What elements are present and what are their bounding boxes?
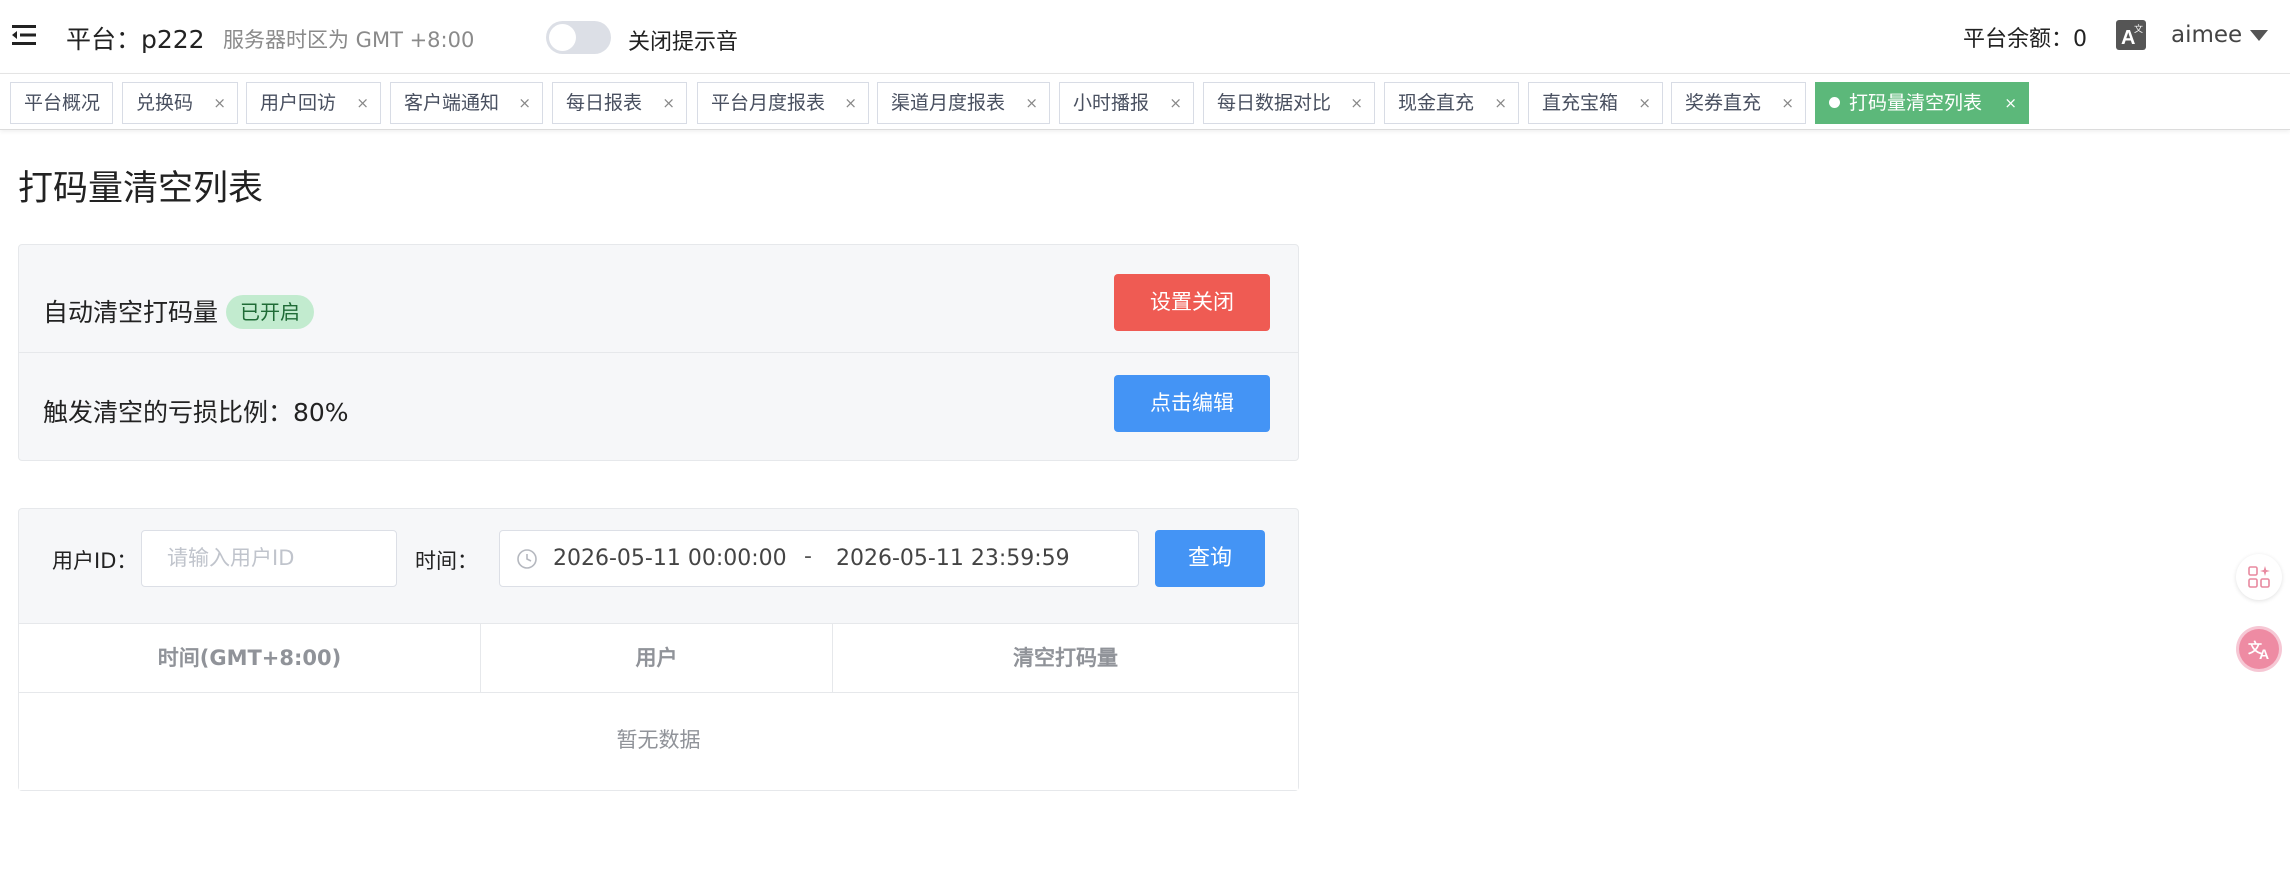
language-icon[interactable]: A 文 [2116,20,2146,50]
close-icon[interactable]: × [662,83,675,123]
tag-label: 用户回访 [260,92,337,114]
tag-label: 平台概况 [24,92,101,114]
close-icon[interactable]: × [1025,83,1038,123]
auto-clear-row: 自动清空打码量 已开启 设置关闭 [19,245,1298,353]
tag-platform-monthly-report[interactable]: 平台月度报表 × [697,82,869,124]
tag-label: 奖券直充 [1685,92,1762,114]
tag-label: 平台月度报表 [711,92,826,114]
close-icon[interactable]: × [1169,83,1182,123]
top-header: 平台：p222 服务器时区为 GMT +8:00 关闭提示音 平台余额：0 A … [0,0,2290,73]
close-icon[interactable]: × [356,83,369,123]
svg-text:文: 文 [2134,23,2143,34]
user-id-label: 用户ID： [52,549,138,573]
username: aimee [2171,22,2243,48]
user-id-input[interactable]: 请输入用户ID [141,530,397,587]
auto-clear-label: 自动清空打码量 [43,298,219,327]
tag-label: 客户端通知 [404,92,500,114]
tag-label: 渠道月度报表 [891,92,1006,114]
loss-ratio-row: 触发清空的亏损比例：80% 点击编辑 [19,353,1298,461]
column-time: 时间(GMT+8:00) [19,624,481,693]
close-icon[interactable]: × [1350,83,1363,123]
close-icon[interactable]: × [844,83,857,123]
clock-icon [516,548,538,570]
apps-widget-icon[interactable] [2236,554,2282,600]
tag-label: 打码量清空列表 [1849,92,1983,114]
tag-redeem-code[interactable]: 兑换码 × [122,82,238,124]
query-button[interactable]: 查询 [1155,530,1265,587]
tag-user-revisit[interactable]: 用户回访 × [246,82,381,124]
clear-records-table: 时间(GMT+8:00) 用户 清空打码量 暂无数据 [19,623,1298,790]
time-label: 时间： [415,549,478,573]
tag-daily-report[interactable]: 每日报表 × [552,82,687,124]
server-timezone: 服务器时区为 GMT +8:00 [223,28,475,52]
caret-down-icon [2250,30,2269,41]
date-range-picker[interactable]: 2026-05-11 00:00:00 - 2026-05-11 23:59:5… [499,530,1139,587]
tag-label: 兑换码 [136,92,194,114]
tag-voucher-recharge[interactable]: 奖券直充 × [1671,82,1806,124]
tag-recharge-chest[interactable]: 直充宝箱 × [1528,82,1663,124]
disable-auto-clear-button[interactable]: 设置关闭 [1114,274,1270,331]
close-icon[interactable]: × [1494,83,1507,123]
query-card: 用户ID： 请输入用户ID 时间： 2026-05-11 00:00:00 - … [18,508,1299,791]
tag-label: 小时播报 [1073,92,1150,114]
empty-state: 暂无数据 [616,728,701,752]
close-icon[interactable]: × [213,83,226,123]
tag-label: 每日报表 [566,92,643,114]
tag-hourly-broadcast[interactable]: 小时播报 × [1059,82,1194,124]
close-icon[interactable]: × [1638,83,1651,123]
platform-balance: 平台余额：0 [1963,27,2087,52]
tag-wager-clear-list[interactable]: 打码量清空列表 × [1815,82,2029,124]
tags-view-bar: 平台概况 兑换码 × 用户回访 × 客户端通知 × 每日报表 × 平台月度报表 … [0,73,2290,130]
tag-client-notice[interactable]: 客户端通知 × [390,82,543,124]
translate-widget-icon[interactable]: 文 A [2236,626,2282,672]
status-badge: 已开启 [226,295,315,329]
column-user: 用户 [481,624,833,693]
edit-loss-ratio-button[interactable]: 点击编辑 [1114,375,1270,432]
tag-channel-monthly-report[interactable]: 渠道月度报表 × [877,82,1050,124]
close-icon[interactable]: × [2004,83,2017,123]
auto-clear-label-group: 自动清空打码量 已开启 [43,293,315,329]
tag-label: 每日数据对比 [1217,92,1332,114]
loss-ratio-label: 触发清空的亏损比例：80% [43,398,349,427]
close-icon[interactable]: × [518,83,531,123]
tag-platform-overview[interactable]: 平台概况 [10,82,113,124]
svg-text:A: A [2259,646,2269,662]
range-separator: - [804,544,812,569]
column-cleared-wager: 清空打码量 [1013,646,1118,670]
active-dot-icon [1829,97,1840,108]
sound-toggle-switch[interactable] [546,21,611,54]
page-title: 打码量清空列表 [18,169,264,209]
tag-daily-data-compare[interactable]: 每日数据对比 × [1203,82,1375,124]
table-header: 时间(GMT+8:00) 用户 清空打码量 [19,624,1298,693]
switch-knob [549,24,576,51]
tag-label: 直充宝箱 [1542,92,1619,114]
end-time[interactable]: 2026-05-11 23:59:59 [836,546,1070,571]
tag-label: 现金直充 [1398,92,1475,114]
user-menu[interactable]: aimee [2171,22,2269,48]
menu-fold-icon[interactable] [10,22,40,48]
start-time[interactable]: 2026-05-11 00:00:00 [553,546,787,571]
platform-name: 平台：p222 [66,25,205,54]
close-icon[interactable]: × [1781,83,1794,123]
auto-clear-settings-card: 自动清空打码量 已开启 设置关闭 触发清空的亏损比例：80% 点击编辑 [18,244,1299,461]
tag-cash-recharge[interactable]: 现金直充 × [1384,82,1519,124]
sound-toggle-label: 关闭提示音 [628,30,739,55]
